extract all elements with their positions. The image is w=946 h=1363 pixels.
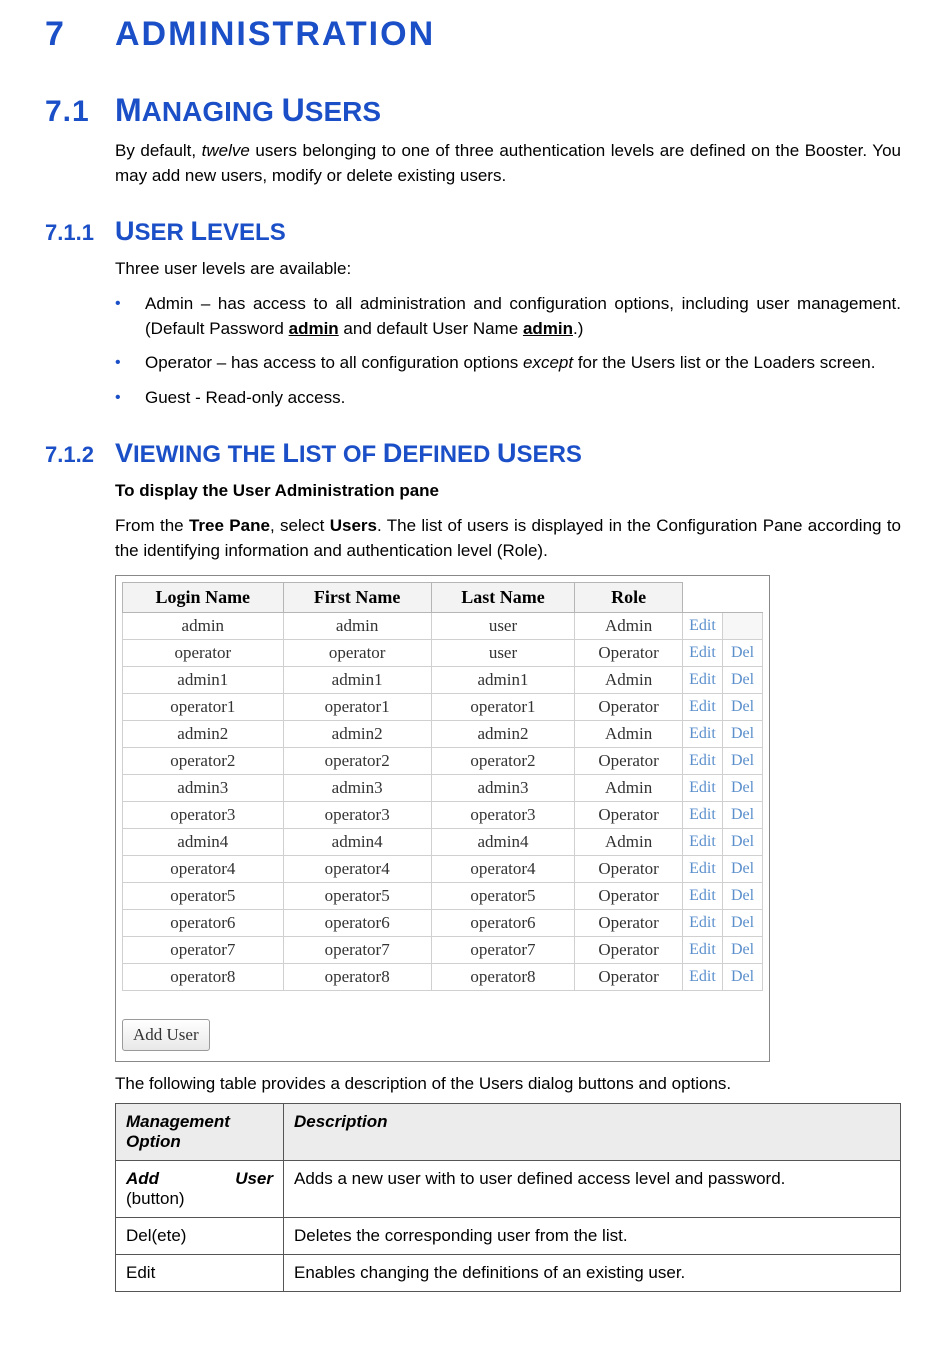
subsection-number: 7.1.2 [45, 442, 115, 468]
users-table: Login Name First Name Last Name Role adm… [122, 582, 763, 991]
subsection-title: VIEWING THE LIST OF DEFINED USERS [115, 438, 901, 469]
col-login-name: Login Name [123, 583, 284, 613]
subsection-title: USER LEVELS [115, 216, 901, 247]
edit-link[interactable]: Edit [683, 829, 723, 856]
col-role: Role [575, 583, 683, 613]
edit-link[interactable]: Edit [683, 613, 723, 640]
subsection-number: 7.1.1 [45, 220, 115, 246]
user-levels-list: • Admin – has access to all administrati… [115, 292, 901, 411]
table-row: admin1admin1admin1AdminEditDel [123, 667, 763, 694]
edit-link[interactable]: Edit [683, 721, 723, 748]
mgmt-col-option: Management Option [116, 1104, 284, 1161]
delete-link[interactable]: Del [723, 856, 763, 883]
edit-link[interactable]: Edit [683, 802, 723, 829]
table-row: admin3admin3admin3AdminEditDel [123, 775, 763, 802]
table-row: Add User (button) Adds a new user with t… [116, 1161, 901, 1218]
chapter-heading: 7 ADMINISTRATION [45, 15, 901, 54]
table-row: operator2operator2operator2OperatorEditD… [123, 748, 763, 775]
list-item: • Guest - Read-only access. [115, 386, 901, 411]
add-user-button[interactable]: Add User [122, 1019, 210, 1051]
table-row: operator7operator7operator7OperatorEditD… [123, 937, 763, 964]
col-last-name: Last Name [431, 583, 575, 613]
edit-link[interactable]: Edit [683, 640, 723, 667]
list-item: • Admin – has access to all administrati… [115, 292, 901, 341]
section-number: 7.1 [45, 95, 115, 129]
edit-link[interactable]: Edit [683, 775, 723, 802]
table-row: operator5operator5operator5OperatorEditD… [123, 883, 763, 910]
col-first-name: First Name [283, 583, 431, 613]
delete-link[interactable]: Del [723, 964, 763, 991]
table-row: adminadminuserAdminEdit [123, 613, 763, 640]
table-row: admin2admin2admin2AdminEditDel [123, 721, 763, 748]
bullet-icon: • [115, 351, 145, 376]
levels-intro: Three user levels are available: [115, 257, 901, 282]
delete-link[interactable]: Del [723, 667, 763, 694]
chapter-number: 7 [45, 15, 115, 54]
delete-link[interactable]: Del [723, 694, 763, 721]
table-row: operator3operator3operator3OperatorEditD… [123, 802, 763, 829]
table-row: operatoroperatoruserOperatorEditDel [123, 640, 763, 667]
delete-link[interactable]: Del [723, 775, 763, 802]
delete-link[interactable]: Del [723, 883, 763, 910]
mgmt-col-description: Description [284, 1104, 901, 1161]
delete-link[interactable]: Del [723, 640, 763, 667]
delete-link[interactable]: Del [723, 829, 763, 856]
table-row: operator6operator6operator6OperatorEditD… [123, 910, 763, 937]
table-row: Del(ete) Deletes the corresponding user … [116, 1218, 901, 1255]
edit-link[interactable]: Edit [683, 937, 723, 964]
bullet-icon: • [115, 292, 145, 341]
delete-link[interactable]: Del [723, 910, 763, 937]
after-table-text: The following table provides a descripti… [115, 1072, 901, 1097]
delete-link[interactable]: Del [723, 721, 763, 748]
table-row: operator1operator1operator1OperatorEditD… [123, 694, 763, 721]
bullet-icon: • [115, 386, 145, 411]
edit-link[interactable]: Edit [683, 748, 723, 775]
delete-link[interactable]: Del [723, 802, 763, 829]
table-header-row: Login Name First Name Last Name Role [123, 583, 763, 613]
chapter-title: ADMINISTRATION [115, 15, 901, 54]
edit-link[interactable]: Edit [683, 856, 723, 883]
edit-link[interactable]: Edit [683, 883, 723, 910]
edit-link[interactable]: Edit [683, 910, 723, 937]
subsection-heading: 7.1.2 VIEWING THE LIST OF DEFINED USERS [45, 438, 901, 469]
edit-link[interactable]: Edit [683, 964, 723, 991]
users-pane: Login Name First Name Last Name Role adm… [115, 575, 770, 1062]
table-row: admin4admin4admin4AdminEditDel [123, 829, 763, 856]
edit-link[interactable]: Edit [683, 694, 723, 721]
section-heading: 7.1 MANAGING USERS [45, 92, 901, 129]
table-row: operator8operator8operator8OperatorEditD… [123, 964, 763, 991]
intro-paragraph: By default, twelve users belonging to on… [115, 139, 901, 188]
section-title: MANAGING USERS [115, 92, 901, 129]
table-row: operator4operator4operator4OperatorEditD… [123, 856, 763, 883]
procedure-text: From the Tree Pane, select Users. The li… [115, 514, 901, 563]
subsection-heading: 7.1.1 USER LEVELS [45, 216, 901, 247]
edit-link[interactable]: Edit [683, 667, 723, 694]
table-row: Edit Enables changing the definitions of… [116, 1255, 901, 1292]
delete-link[interactable]: Del [723, 937, 763, 964]
management-options-table: Management Option Description Add User (… [115, 1103, 901, 1292]
delete-link[interactable]: Del [723, 748, 763, 775]
procedure-heading: To display the User Administration pane [115, 479, 901, 504]
list-item: • Operator – has access to all configura… [115, 351, 901, 376]
